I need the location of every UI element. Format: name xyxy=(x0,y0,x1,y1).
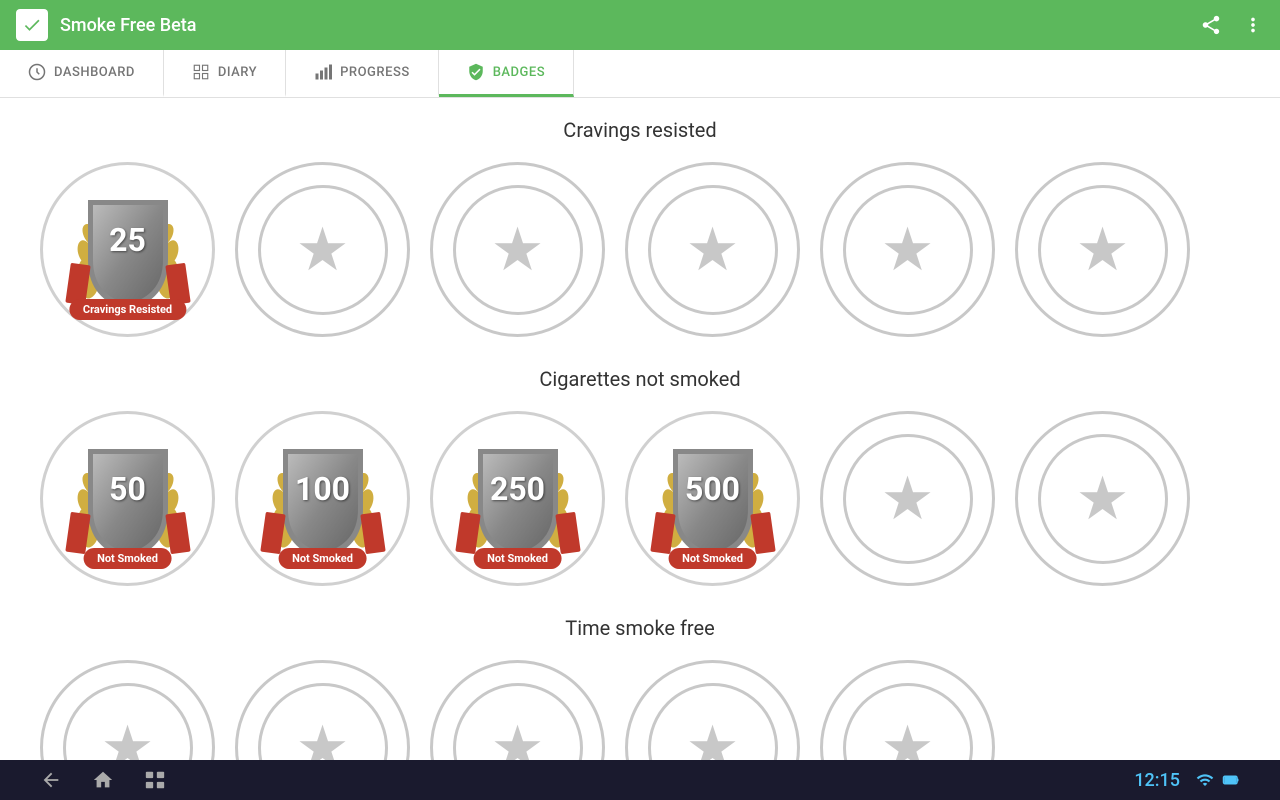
badge-number-250: 250 xyxy=(490,470,545,508)
nav-tabs: DASHBOARD DIARY PROGRESS BADGES xyxy=(0,50,1280,98)
badge-label-cravings: Cravings Resisted xyxy=(69,299,186,320)
cigarettes-badges-row: 50 Not Smoked xyxy=(40,411,1240,586)
battery-icon xyxy=(1222,771,1240,789)
badge-timefree-4: ★ xyxy=(625,660,800,760)
timefree-title: Time smoke free xyxy=(40,616,1240,640)
badge-notsmoked-50[interactable]: 50 Not Smoked xyxy=(40,411,215,586)
cigarettes-title: Cigarettes not smoked xyxy=(40,367,1240,391)
badge-notsmoked-100[interactable]: 100 Not Smoked xyxy=(235,411,410,586)
top-actions xyxy=(1200,14,1264,36)
badge-number-500: 500 xyxy=(685,470,740,508)
badge-label-50: Not Smoked xyxy=(83,548,172,569)
cigarettes-section: Cigarettes not smoked xyxy=(40,367,1240,586)
badge-cravings-3: ★ xyxy=(430,162,605,337)
main-content: Cravings resisted xyxy=(0,98,1280,760)
tab-progress[interactable]: PROGRESS xyxy=(286,50,439,97)
tab-diary[interactable]: DIARY xyxy=(164,50,286,97)
status-icons xyxy=(1196,771,1240,789)
badge-label-500: Not Smoked xyxy=(668,548,757,569)
badge-cravings-2: ★ xyxy=(235,162,410,337)
timefree-section: Time smoke free ★ ★ ★ ★ ★ xyxy=(40,616,1240,760)
badge-notsmoked-500[interactable]: 500 Not Smoked xyxy=(625,411,800,586)
cravings-badges-row: 25 Cravings Resisted ★ ★ ★ ★ ★ xyxy=(40,162,1240,337)
tab-dashboard[interactable]: DASHBOARD xyxy=(0,50,164,97)
time-display: 12:15 xyxy=(1134,770,1180,791)
badge-number-100: 100 xyxy=(295,470,350,508)
badge-number-25: 25 xyxy=(109,221,146,259)
more-options-icon[interactable] xyxy=(1242,14,1264,36)
badge-label-250: Not Smoked xyxy=(473,548,562,569)
badge-cravings-4: ★ xyxy=(625,162,800,337)
recents-icon[interactable] xyxy=(144,769,166,791)
share-icon[interactable] xyxy=(1200,14,1222,36)
badge-timefree-1: ★ xyxy=(40,660,215,760)
badge-cigarettes-6: ★ xyxy=(1015,411,1190,586)
cravings-title: Cravings resisted xyxy=(40,118,1240,142)
timefree-badges-row: ★ ★ ★ ★ ★ xyxy=(40,660,1240,760)
badge-cigarettes-5: ★ xyxy=(820,411,995,586)
badge-timefree-3: ★ xyxy=(430,660,605,760)
bottom-bar: 12:15 xyxy=(0,760,1280,800)
badge-timefree-2: ★ xyxy=(235,660,410,760)
app-logo xyxy=(16,9,48,41)
badge-number-50: 50 xyxy=(109,470,146,508)
wifi-icon xyxy=(1196,771,1214,789)
badge-cravings-25[interactable]: 25 Cravings Resisted xyxy=(40,162,215,337)
bottom-status: 12:15 xyxy=(1134,770,1240,791)
badge-cravings-6: ★ xyxy=(1015,162,1190,337)
badge-cravings-5: ★ xyxy=(820,162,995,337)
bottom-nav-icons xyxy=(40,769,166,791)
top-bar: Smoke Free Beta xyxy=(0,0,1280,50)
back-icon[interactable] xyxy=(40,769,62,791)
badge-notsmoked-250[interactable]: 250 Not Smoked xyxy=(430,411,605,586)
badge-label-100: Not Smoked xyxy=(278,548,367,569)
tab-badges[interactable]: BADGES xyxy=(439,50,574,97)
badge-timefree-5: ★ xyxy=(820,660,995,760)
home-icon[interactable] xyxy=(92,769,114,791)
cravings-section: Cravings resisted xyxy=(40,118,1240,337)
app-title: Smoke Free Beta xyxy=(60,15,1200,36)
